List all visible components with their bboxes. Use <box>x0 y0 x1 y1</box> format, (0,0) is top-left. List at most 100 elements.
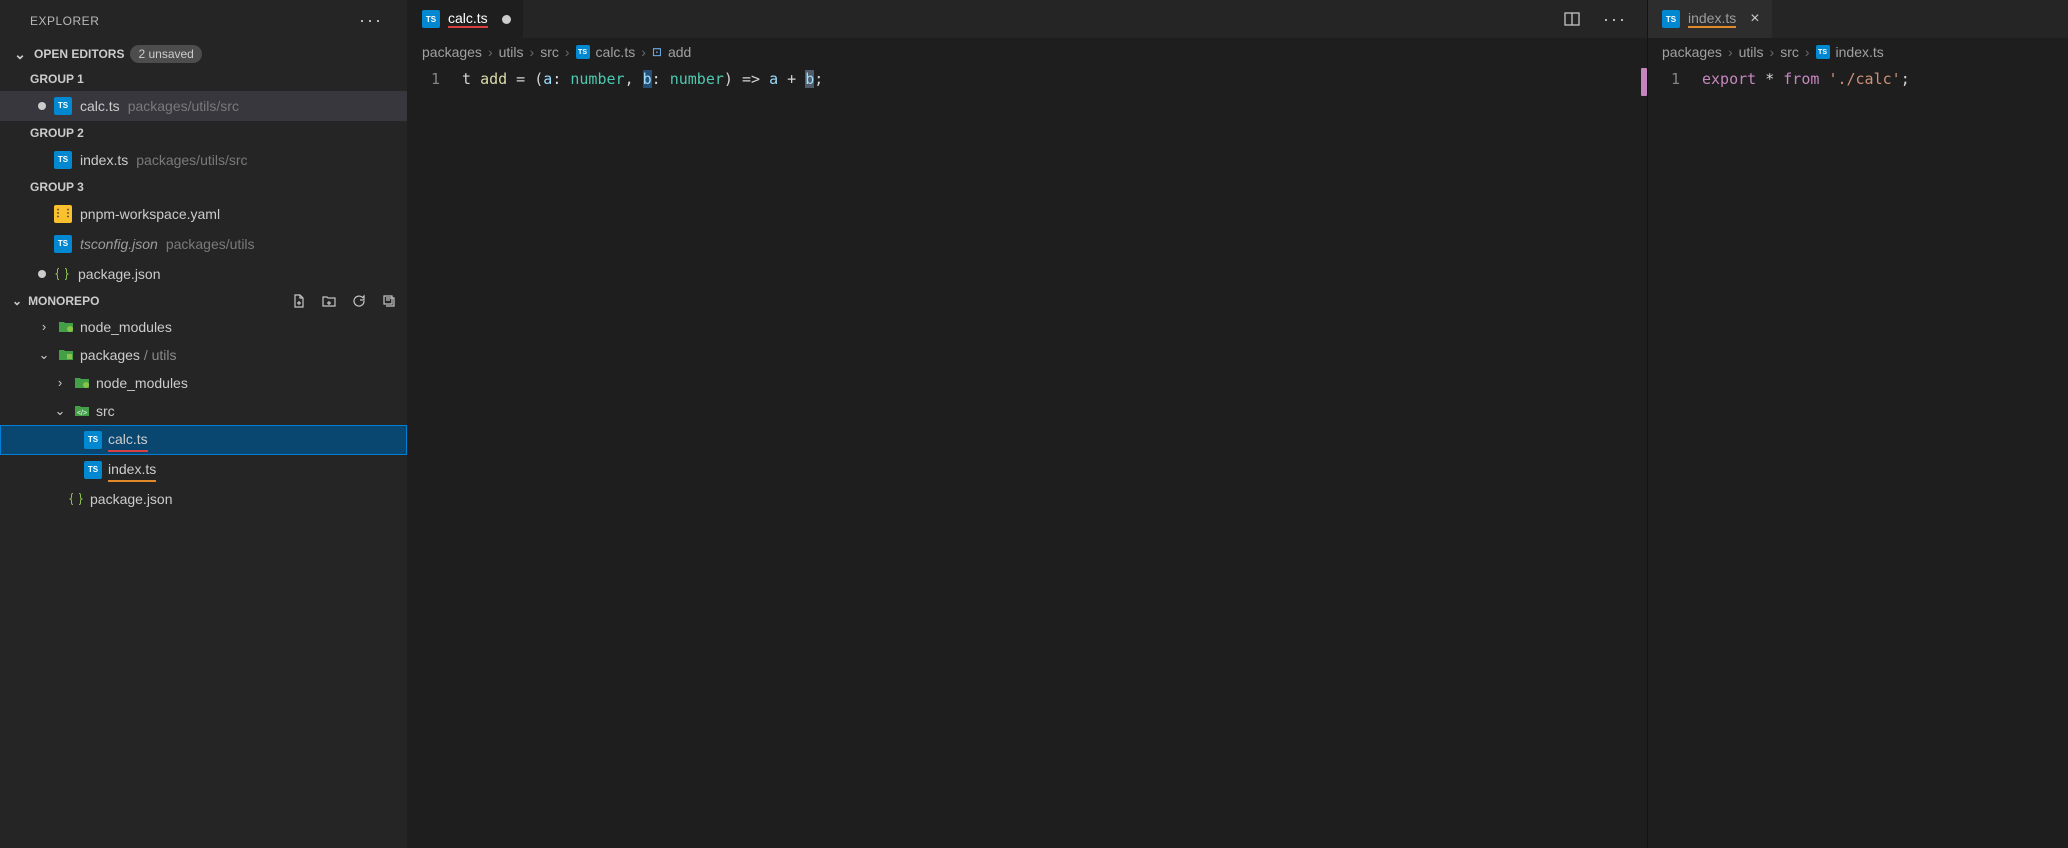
breadcrumb-item[interactable]: packages <box>1662 44 1722 60</box>
new-file-icon[interactable] <box>291 293 307 309</box>
folder-icon <box>74 376 90 390</box>
tree-label: node_modules <box>80 316 172 338</box>
folder-icon: </> <box>74 404 90 418</box>
code-area-2[interactable]: 1 export * from './calc'; <box>1648 66 2068 90</box>
code-line[interactable]: export * from './calc'; <box>1702 68 1910 90</box>
tab-label: calc.ts <box>448 10 488 28</box>
new-folder-icon[interactable] <box>321 293 337 309</box>
dirty-indicator-icon <box>502 15 511 24</box>
close-icon[interactable]: × <box>1750 10 1759 28</box>
line-number: 1 <box>408 68 462 90</box>
yaml-file-icon: ⋮⋮ <box>54 205 72 223</box>
code-area-1[interactable]: 1 t add = (a: number, b: number) => a + … <box>408 66 1647 90</box>
dirty-indicator-icon <box>38 270 46 278</box>
chevron-right-icon: › <box>52 372 68 394</box>
explorer-header: EXPLORER ··· <box>0 0 407 41</box>
svg-text:</>: </> <box>77 410 87 417</box>
editor-pane-1: TS calc.ts ··· packages› utils› src› TS … <box>408 0 1648 848</box>
ts-file-icon: TS <box>1816 45 1830 59</box>
editors-container: TS calc.ts ··· packages› utils› src› TS … <box>408 0 2068 848</box>
line-number: 1 <box>1648 68 1702 90</box>
open-editor-package[interactable]: package.json <box>0 259 407 289</box>
breadcrumb-item[interactable]: packages <box>422 44 482 60</box>
folder-icon <box>58 320 74 334</box>
explorer-sidebar: EXPLORER ··· ⌄ OPEN EDITORS 2 unsaved GR… <box>0 0 408 848</box>
ts-file-icon: TS <box>576 45 590 59</box>
tree-label: calc.ts <box>108 428 148 452</box>
tree-item-src[interactable]: ⌄ </> src <box>0 397 407 425</box>
code-line[interactable]: t add = (a: number, b: number) => a + b; <box>462 68 823 90</box>
file-name: tsconfig.json <box>80 233 158 255</box>
breadcrumb-item[interactable]: utils <box>1739 44 1764 60</box>
open-editor-tsconfig[interactable]: tsconfig.json packages/utils <box>0 229 407 259</box>
editor-group-2-label: GROUP 2 <box>0 121 407 145</box>
tree-label: index.ts <box>108 458 156 482</box>
chevron-down-icon: ⌄ <box>12 294 22 308</box>
open-editors-label: OPEN EDITORS <box>34 47 124 61</box>
json-file-icon <box>68 491 84 507</box>
ts-file-icon: TS <box>84 461 102 479</box>
chevron-down-icon: ⌄ <box>12 46 28 63</box>
tree-item-calc-ts[interactable]: TS calc.ts <box>0 425 407 455</box>
tab-actions-1: ··· <box>1549 9 1647 30</box>
tab-calc-ts[interactable]: TS calc.ts <box>408 0 524 38</box>
breadcrumb-item[interactable]: index.ts <box>1836 44 1884 60</box>
breadcrumb-item[interactable]: utils <box>499 44 524 60</box>
breadcrumb-item[interactable]: calc.ts <box>596 44 636 60</box>
unsaved-badge: 2 unsaved <box>130 45 201 63</box>
open-editor-pnpm[interactable]: ⋮⋮ pnpm-workspace.yaml <box>0 199 407 229</box>
breadcrumb-item[interactable]: src <box>1780 44 1799 60</box>
breadcrumb-1[interactable]: packages› utils› src› TS calc.ts› ⊡ add <box>408 38 1647 66</box>
minimap[interactable] <box>1629 38 1647 98</box>
editor-pane-2: TS index.ts × packages› utils› src› TS i… <box>1648 0 2068 848</box>
breadcrumb-item[interactable]: src <box>540 44 559 60</box>
file-name: calc.ts <box>80 95 120 117</box>
split-editor-icon[interactable] <box>1563 10 1581 28</box>
minimap-slider[interactable] <box>1641 68 1647 96</box>
chevron-down-icon: ⌄ <box>36 344 52 366</box>
ts-file-icon: TS <box>54 97 72 115</box>
ts-file-icon: TS <box>54 151 72 169</box>
symbol-icon: ⊡ <box>652 45 662 59</box>
ts-file-icon: TS <box>84 431 102 449</box>
open-editor-calc[interactable]: TS calc.ts packages/utils/src <box>0 91 407 121</box>
tree-label: src <box>96 400 115 422</box>
file-name: pnpm-workspace.yaml <box>80 203 220 225</box>
tab-label: index.ts <box>1688 10 1736 28</box>
file-path: packages/utils <box>166 233 255 255</box>
chevron-down-icon: ⌄ <box>52 400 68 422</box>
tab-index-ts[interactable]: TS index.ts × <box>1648 0 1773 38</box>
ts-file-icon: TS <box>422 10 440 28</box>
tree-label: package.json <box>90 488 173 510</box>
tsconfig-file-icon <box>54 235 72 253</box>
explorer-more-icon[interactable]: ··· <box>353 10 389 31</box>
chevron-right-icon: › <box>36 316 52 338</box>
ts-file-icon: TS <box>1662 10 1680 28</box>
tab-bar-2: TS index.ts × <box>1648 0 2068 38</box>
json-file-icon <box>54 266 70 282</box>
file-name: index.ts <box>80 149 128 171</box>
tree-item-node-modules-inner[interactable]: › node_modules <box>0 369 407 397</box>
breadcrumb-item[interactable]: add <box>668 44 691 60</box>
tree-label: packages / utils <box>80 344 177 366</box>
tree-item-package-json[interactable]: package.json <box>0 485 407 513</box>
tree-item-index-ts[interactable]: TS index.ts <box>0 455 407 485</box>
tree-item-node-modules[interactable]: › node_modules <box>0 313 407 341</box>
editor-group-3-label: GROUP 3 <box>0 175 407 199</box>
explorer-title: EXPLORER <box>30 14 99 28</box>
open-editors-header[interactable]: ⌄ OPEN EDITORS 2 unsaved <box>0 41 407 67</box>
breadcrumb-2[interactable]: packages› utils› src› TS index.ts <box>1648 38 2068 66</box>
tree-item-packages[interactable]: ⌄ packages / utils <box>0 341 407 369</box>
collapse-all-icon[interactable] <box>381 293 397 309</box>
workspace-actions <box>291 293 397 309</box>
workspace-header[interactable]: ⌄ MONOREPO <box>0 289 407 313</box>
file-name: package.json <box>78 263 161 285</box>
tab-more-icon[interactable]: ··· <box>1597 9 1633 30</box>
editor-group-1-label: GROUP 1 <box>0 67 407 91</box>
folder-icon <box>58 348 74 362</box>
refresh-icon[interactable] <box>351 293 367 309</box>
tab-bar-1: TS calc.ts ··· <box>408 0 1647 38</box>
open-editor-index[interactable]: TS index.ts packages/utils/src <box>0 145 407 175</box>
dirty-indicator-icon <box>38 102 46 110</box>
file-path: packages/utils/src <box>128 95 239 117</box>
